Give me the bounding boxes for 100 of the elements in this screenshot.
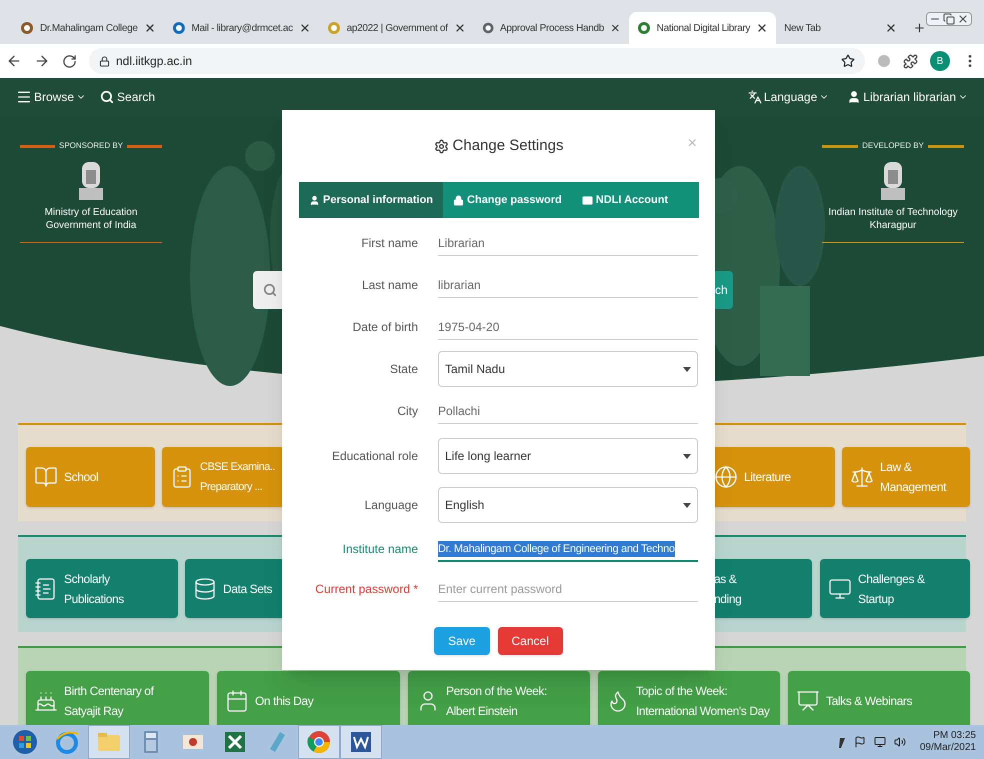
start-orb-icon — [12, 729, 38, 755]
calendar-icon — [225, 689, 249, 713]
tile-label: Challenges & — [858, 570, 925, 588]
tile-label: as & — [714, 570, 738, 588]
dialog-tab[interactable]: NDLI Account — [572, 182, 678, 218]
forward-icon[interactable] — [34, 53, 50, 69]
organization-name: Kharagpur — [870, 219, 916, 232]
browse-menu[interactable]: Browse — [16, 88, 86, 106]
dialog-button[interactable]: Cancel — [498, 627, 563, 655]
input-field[interactable]: 1975-04-20 — [438, 314, 698, 340]
category-tile[interactable]: Topic of the Week: International Women's Day — [598, 671, 780, 725]
taskbar-button[interactable] — [340, 725, 382, 759]
category-tile[interactable]: Law & Management — [842, 447, 970, 507]
field-label: State — [388, 361, 418, 378]
puzzle-icon[interactable] — [903, 54, 918, 68]
lock-icon — [99, 56, 110, 66]
menu-icon — [16, 89, 32, 105]
input-field[interactable]: Pollachi — [438, 398, 698, 424]
close-icon[interactable] — [957, 13, 969, 25]
tab-title: Mail - library@drmcet.ac — [191, 22, 293, 36]
organization-name: Indian Institute of Technology — [828, 206, 958, 219]
back-icon[interactable] — [6, 53, 22, 69]
tile-label: School — [64, 469, 98, 486]
mail-icon — [582, 194, 593, 206]
flag-icon — [854, 736, 866, 748]
browser-tab[interactable]: National Digital Library — [628, 12, 776, 44]
search-icon — [263, 283, 277, 297]
organization-name: Government of India — [46, 219, 136, 232]
search-icon — [100, 90, 114, 104]
tile-label: Person of the Week: — [446, 683, 547, 700]
browser-tab[interactable]: Mail - library@drmcet.ac — [164, 12, 319, 44]
screen-icon — [796, 689, 820, 713]
language-icon — [748, 90, 762, 104]
profile-avatar[interactable]: B — [930, 51, 950, 71]
tile-label: Law & — [880, 459, 912, 476]
clock-date: 09/Mar/2021 — [920, 742, 976, 754]
browser-tab[interactable]: Approval Process Handb — [474, 12, 629, 44]
gear-icon — [434, 138, 449, 154]
input-field[interactable]: Enter current password — [438, 576, 698, 602]
language-menu[interactable]: Language — [748, 88, 830, 106]
close-icon[interactable] — [454, 22, 466, 34]
field-label: Educational role — [330, 448, 418, 465]
category-tile[interactable]: Challenges & Startup — [820, 559, 970, 618]
category-tile[interactable]: Birth Centenary of Satyajit Ray — [26, 671, 209, 725]
lock-icon — [453, 194, 464, 206]
field-label: City — [396, 403, 418, 420]
close-icon[interactable] — [885, 22, 897, 34]
chrome-icon — [306, 729, 332, 755]
field-label: Date of birth — [352, 319, 418, 336]
tile-label: Satyajit Ray — [64, 703, 124, 720]
monitor-icon — [828, 576, 852, 600]
caret-icon — [683, 366, 691, 372]
browser-tab[interactable]: ap2022 | Government of — [318, 12, 474, 44]
tile-label: Startup — [858, 590, 895, 608]
search-link[interactable]: Search — [100, 88, 156, 106]
category-tile[interactable]: On this Day — [217, 671, 400, 725]
category-tile[interactable]: School — [26, 447, 155, 507]
document-icon — [348, 729, 374, 755]
category-tile[interactable]: Talks & Webinars — [788, 671, 970, 725]
restore-icon[interactable] — [943, 13, 955, 25]
input-field[interactable]: Librarian — [438, 230, 698, 256]
site-icon — [326, 21, 341, 35]
field-label: Last name — [360, 277, 418, 294]
network-icon — [874, 736, 886, 748]
tile-label: Talks & Webinars — [826, 693, 912, 710]
sponsor-heading: SPONSORED BY — [59, 140, 124, 152]
select-field[interactable]: English — [438, 487, 698, 523]
close-icon[interactable] — [610, 22, 621, 34]
reload-icon[interactable] — [62, 54, 77, 68]
tab-title: ap2022 | Government of — [346, 22, 448, 36]
browser-tab[interactable]: Dr.Mahalingam College — [12, 12, 164, 44]
select-field[interactable]: Life long learner — [438, 438, 698, 474]
caret-icon — [683, 502, 691, 508]
field-label: Language — [364, 497, 418, 514]
user-menu[interactable]: Librarian librarian — [847, 88, 968, 106]
user-icon — [309, 194, 320, 206]
category-tile[interactable]: Scholarly Publications — [26, 559, 178, 618]
taskbar-button[interactable] — [298, 725, 340, 759]
book-icon — [34, 465, 58, 489]
browser-tab[interactable]: New Tab — [776, 12, 905, 44]
address-field[interactable]: ndl.iitkgp.ac.in — [89, 48, 865, 74]
close-icon[interactable] — [144, 22, 156, 34]
field-label: First name — [360, 235, 418, 252]
tile-label: Topic of the Week: — [636, 683, 728, 700]
dialog-button[interactable]: Save — [434, 627, 490, 655]
sponsor-heading: DEVELOPED BY — [862, 140, 924, 152]
select-field[interactable]: Tamil Nadu — [438, 351, 698, 387]
database-icon — [193, 576, 217, 600]
input-field[interactable]: librarian — [438, 272, 698, 298]
scale-icon — [850, 465, 874, 489]
close-icon[interactable] — [756, 22, 768, 34]
category-tile[interactable]: Person of the Week: Albert Einstein — [408, 671, 590, 725]
bookmark-icon[interactable] — [841, 54, 855, 68]
site-icon — [20, 21, 34, 35]
dialog-tab[interactable]: Change password — [443, 182, 572, 218]
organization-name: Ministry of Education — [44, 206, 138, 219]
dialog-tab[interactable]: Personal information — [299, 182, 444, 218]
tab-title: Dr.Mahalingam College — [40, 22, 138, 36]
close-icon[interactable] — [298, 22, 311, 34]
clock-time: PM 03:25 — [933, 730, 976, 742]
